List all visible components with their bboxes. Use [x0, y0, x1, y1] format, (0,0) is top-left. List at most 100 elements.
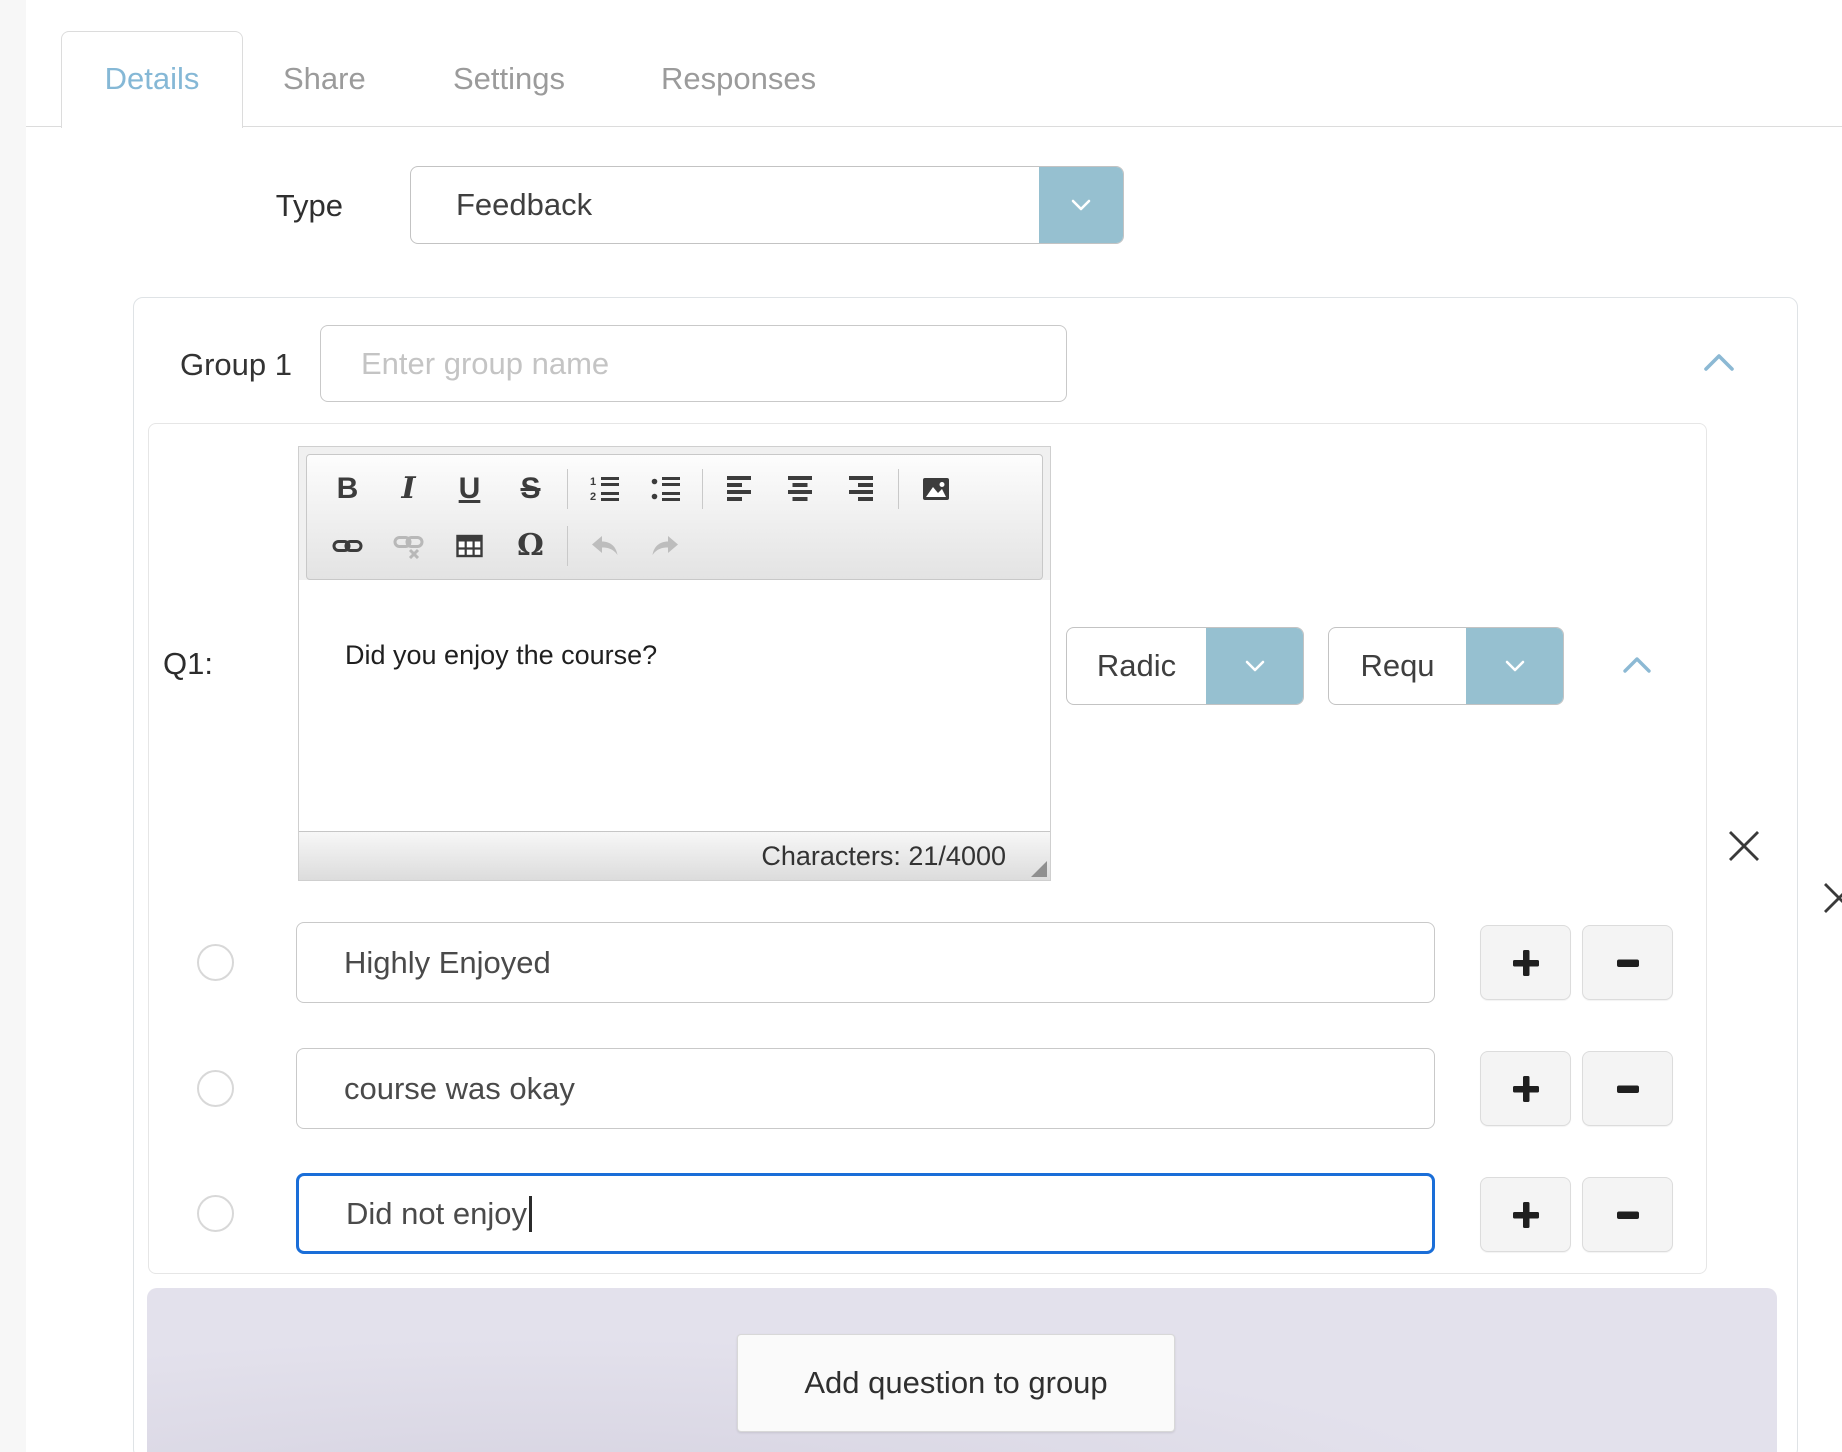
close-icon	[1726, 828, 1762, 864]
group-name-input[interactable]	[320, 325, 1067, 402]
add-option-button[interactable]	[1480, 925, 1571, 1000]
tab-details[interactable]: Details	[61, 31, 243, 128]
italic-icon: I	[401, 474, 415, 504]
question-text: Did you enjoy the course?	[345, 640, 657, 670]
tab-settings[interactable]: Settings	[453, 31, 565, 127]
table-icon	[456, 534, 483, 558]
strikethrough-icon: S	[520, 474, 540, 504]
required-select[interactable]: Requ	[1328, 627, 1564, 705]
minus-icon	[1611, 1198, 1645, 1232]
group-label: Group 1	[180, 347, 292, 383]
special-character-button[interactable]: Ω	[500, 521, 561, 571]
bulleted-list-icon	[651, 475, 681, 502]
undo-icon	[590, 535, 619, 557]
option-input[interactable]: Highly Enjoyed	[296, 922, 1435, 1003]
toolbar-separator	[567, 526, 568, 566]
align-center-button[interactable]	[770, 464, 831, 514]
align-left-icon	[727, 476, 753, 501]
required-button[interactable]	[1466, 628, 1563, 704]
delete-question-button[interactable]	[1726, 828, 1762, 864]
insert-image-button[interactable]	[905, 464, 966, 514]
remove-option-button[interactable]	[1582, 1177, 1673, 1252]
insert-table-button[interactable]	[439, 521, 500, 571]
align-left-button[interactable]	[709, 464, 770, 514]
redo-button[interactable]	[635, 521, 696, 571]
undo-button[interactable]	[574, 521, 635, 571]
editor-statusbar: Characters: 21/4000	[299, 831, 1050, 880]
radio-button[interactable]	[197, 1195, 234, 1232]
align-right-button[interactable]	[831, 464, 892, 514]
chevron-down-icon	[1071, 199, 1091, 211]
chevron-up-icon	[1622, 656, 1652, 674]
type-select-value: Feedback	[456, 167, 592, 243]
toolbar-row-2: Ω	[317, 517, 1042, 574]
radio-button[interactable]	[197, 944, 234, 981]
chevron-up-icon	[1703, 353, 1735, 372]
add-option-button[interactable]	[1480, 1051, 1571, 1126]
question-label: Q1:	[163, 646, 213, 682]
svg-text:1: 1	[590, 476, 596, 488]
strikethrough-button[interactable]: S	[500, 464, 561, 514]
question-collapse-button[interactable]	[1622, 656, 1652, 674]
plus-icon	[1509, 1072, 1543, 1106]
option-text: course was okay	[344, 1071, 575, 1107]
svg-text:2: 2	[590, 491, 596, 502]
type-select-button[interactable]	[1039, 167, 1123, 243]
numbered-list-icon: 1 2	[590, 475, 620, 502]
minus-icon	[1611, 946, 1645, 980]
add-question-to-group-button[interactable]: Add question to group	[737, 1334, 1175, 1432]
option-text: Did not enjoy	[346, 1196, 527, 1232]
question-type-value: Radic	[1067, 628, 1206, 704]
add-option-button[interactable]	[1480, 1177, 1571, 1252]
omega-icon: Ω	[517, 531, 544, 561]
question-type-select[interactable]: Radic	[1066, 627, 1304, 705]
close-icon	[1821, 880, 1842, 916]
numbered-list-button[interactable]: 1 2	[574, 464, 635, 514]
underline-icon: U	[459, 474, 481, 504]
tab-responses[interactable]: Responses	[661, 31, 816, 127]
resize-handle-icon[interactable]	[1031, 861, 1047, 877]
editor-toolbar: B I U S 1 2	[306, 454, 1043, 580]
question-type-button[interactable]	[1206, 628, 1303, 704]
option-input[interactable]: course was okay	[296, 1048, 1435, 1129]
tab-share[interactable]: Share	[283, 31, 366, 127]
rich-text-editor: B I U S 1 2	[298, 446, 1051, 881]
toolbar-separator	[567, 469, 568, 509]
editor-content-area[interactable]: Did you enjoy the course?	[299, 580, 1050, 831]
toolbar-row-1: B I U S 1 2	[317, 460, 1042, 517]
option-input-focused[interactable]: Did not enjoy	[296, 1173, 1435, 1254]
toolbar-separator	[898, 469, 899, 509]
plus-icon	[1509, 946, 1543, 980]
toolbar-separator	[702, 469, 703, 509]
survey-builder-page: Details Share Settings Responses Type Fe…	[0, 0, 1842, 1452]
bold-icon: B	[337, 474, 359, 504]
link-button[interactable]	[317, 521, 378, 571]
radio-button[interactable]	[197, 1070, 234, 1107]
bulleted-list-button[interactable]	[635, 464, 696, 514]
remove-option-button[interactable]	[1582, 1051, 1673, 1126]
character-counter: Characters: 21/4000	[761, 841, 1006, 871]
redo-icon	[651, 535, 680, 557]
group-collapse-button[interactable]	[1703, 353, 1735, 372]
chevron-down-icon	[1505, 660, 1525, 672]
plus-icon	[1509, 1198, 1543, 1232]
image-icon	[922, 477, 950, 501]
type-label: Type	[221, 188, 343, 224]
align-center-icon	[788, 476, 814, 501]
link-icon	[332, 535, 363, 557]
align-right-icon	[849, 476, 875, 501]
required-value: Requ	[1329, 628, 1466, 704]
bold-button[interactable]: B	[317, 464, 378, 514]
remove-option-button[interactable]	[1582, 925, 1673, 1000]
unlink-button[interactable]	[378, 521, 439, 571]
delete-group-button[interactable]	[1821, 880, 1842, 916]
left-rail	[0, 0, 26, 1452]
type-select[interactable]: Feedback	[410, 166, 1124, 244]
text-cursor	[529, 1196, 532, 1232]
option-text: Highly Enjoyed	[344, 945, 551, 981]
unlink-icon	[393, 533, 424, 559]
chevron-down-icon	[1245, 660, 1265, 672]
minus-icon	[1611, 1072, 1645, 1106]
underline-button[interactable]: U	[439, 464, 500, 514]
italic-button[interactable]: I	[378, 464, 439, 514]
